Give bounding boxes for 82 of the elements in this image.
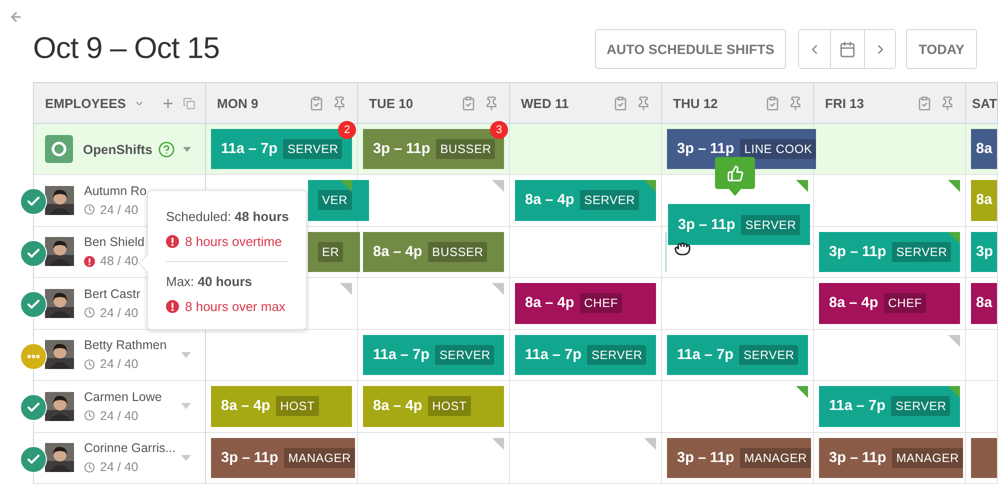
schedule-cell[interactable] [358, 278, 510, 330]
calendar-icon [839, 40, 856, 58]
day-header: WED 11 [521, 96, 570, 110]
schedule-cell[interactable] [966, 330, 998, 381]
next-week-button[interactable] [864, 30, 895, 68]
schedule-cell[interactable] [966, 381, 998, 432]
warning-text: 8 hours overtime [185, 234, 282, 249]
shift-block[interactable]: 3p – 11p SERVER [819, 232, 960, 272]
day-header: SAT [972, 96, 998, 110]
shift-block[interactable]: 8a – 4p HOST [211, 386, 352, 426]
help-icon[interactable] [158, 140, 176, 158]
pin-icon[interactable] [636, 96, 651, 110]
today-button[interactable]: TODAY [906, 29, 977, 69]
day-header: TUE 10 [369, 96, 414, 110]
schedule-cell[interactable] [510, 432, 662, 484]
shift-block[interactable]: 3p – 11p SERVER [668, 204, 810, 245]
shift-block[interactable]: 8a [971, 129, 997, 169]
schedule-cell[interactable] [510, 226, 662, 278]
shift-block[interactable]: 8a – 4p SERVER [515, 180, 656, 220]
schedule-cell[interactable] [662, 278, 814, 330]
caret-icon[interactable] [181, 403, 191, 410]
pin-icon[interactable] [940, 96, 955, 110]
employee-name[interactable]: Carmen Lowe [84, 390, 181, 404]
auto-schedule-button[interactable]: AUTO SCHEDULE SHIFTS [595, 29, 786, 69]
schedule-cell[interactable] [358, 432, 510, 484]
shift-block[interactable]: 8a [971, 283, 997, 324]
clipboard-check-icon[interactable] [765, 96, 780, 110]
pin-icon[interactable] [332, 96, 347, 110]
shift-block[interactable]: 3p – 11p MANAGER [819, 438, 964, 478]
hours-label: 48 / 40 [100, 254, 138, 268]
shift-block[interactable]: VER [308, 180, 369, 220]
schedule-cell[interactable] [814, 330, 966, 381]
caret-icon[interactable] [181, 454, 191, 461]
hours-label: 24 / 40 [100, 460, 138, 474]
open-shifts-icon [45, 135, 73, 163]
clipboard-check-icon[interactable] [613, 96, 628, 110]
pin-icon[interactable] [484, 96, 499, 110]
shift-block[interactable]: 8a – 4p CHEF [515, 283, 656, 324]
alert-icon [166, 235, 179, 248]
popover-label: Scheduled: 48 hours [166, 209, 288, 224]
day-header: MON 9 [217, 96, 260, 110]
employee-name[interactable]: Corinne Garris... [84, 441, 181, 456]
schedule-cell[interactable] [814, 175, 966, 226]
employee-name[interactable]: Betty Rathmen [84, 338, 181, 352]
shift-block[interactable]: 8a – 4p CHEF [819, 283, 960, 324]
hours-label: 24 / 40 [100, 306, 138, 320]
thumbs-up-icon [715, 157, 755, 197]
date-range-title: Oct 9 – Oct 15 [33, 32, 220, 66]
shift-block[interactable] [971, 438, 997, 478]
column-header: EMPLOYEES [45, 96, 126, 110]
caret-icon[interactable] [181, 352, 191, 358]
warning-text: 8 hours over max [185, 299, 286, 314]
alert-icon [166, 300, 179, 313]
schedule-cell[interactable] [510, 124, 662, 175]
schedule-cell[interactable] [814, 124, 966, 175]
shift-block[interactable]: 3p – 11p LINE COOK [667, 129, 816, 169]
shift-block[interactable]: 8a – 4p HOST [363, 386, 504, 426]
shift-block[interactable]: 8a – 4p BUSSER [363, 232, 504, 272]
schedule-cell[interactable] [662, 381, 814, 432]
copy-icon[interactable] [182, 96, 195, 110]
popover-label: Max: 40 hours [166, 274, 253, 289]
shift-block[interactable]: 11a – 7p SERVER [363, 334, 504, 375]
hours-label: 24 / 40 [100, 357, 138, 372]
schedule-cell[interactable] [358, 175, 510, 226]
shift-block[interactable]: 11a – 7p SERVER [667, 334, 808, 375]
clipboard-check-icon[interactable] [461, 96, 476, 110]
day-header: THU 12 [673, 96, 719, 110]
open-shifts-label: OpenShifts [83, 142, 152, 156]
hours-label: 24 / 40 [100, 408, 138, 423]
shift-block[interactable]: 11a – 7p SERVER [819, 386, 960, 426]
hours-label: 24 / 40 [100, 202, 138, 217]
shift-block[interactable]: 3p – 11p MANAGER [211, 438, 356, 478]
schedule-cell[interactable] [510, 381, 662, 432]
pin-icon[interactable] [788, 96, 803, 110]
shift-block[interactable]: 3p [971, 232, 997, 272]
day-header: FRI 13 [825, 96, 866, 110]
caret-icon[interactable] [183, 146, 191, 152]
shift-block[interactable]: 3p – 11p MANAGER [667, 438, 812, 478]
shift-block[interactable]: 11a – 7p SERVER [515, 334, 656, 375]
shift-block[interactable]: ER [308, 232, 360, 272]
clipboard-check-icon[interactable] [309, 96, 324, 110]
clipboard-check-icon[interactable] [917, 96, 932, 110]
